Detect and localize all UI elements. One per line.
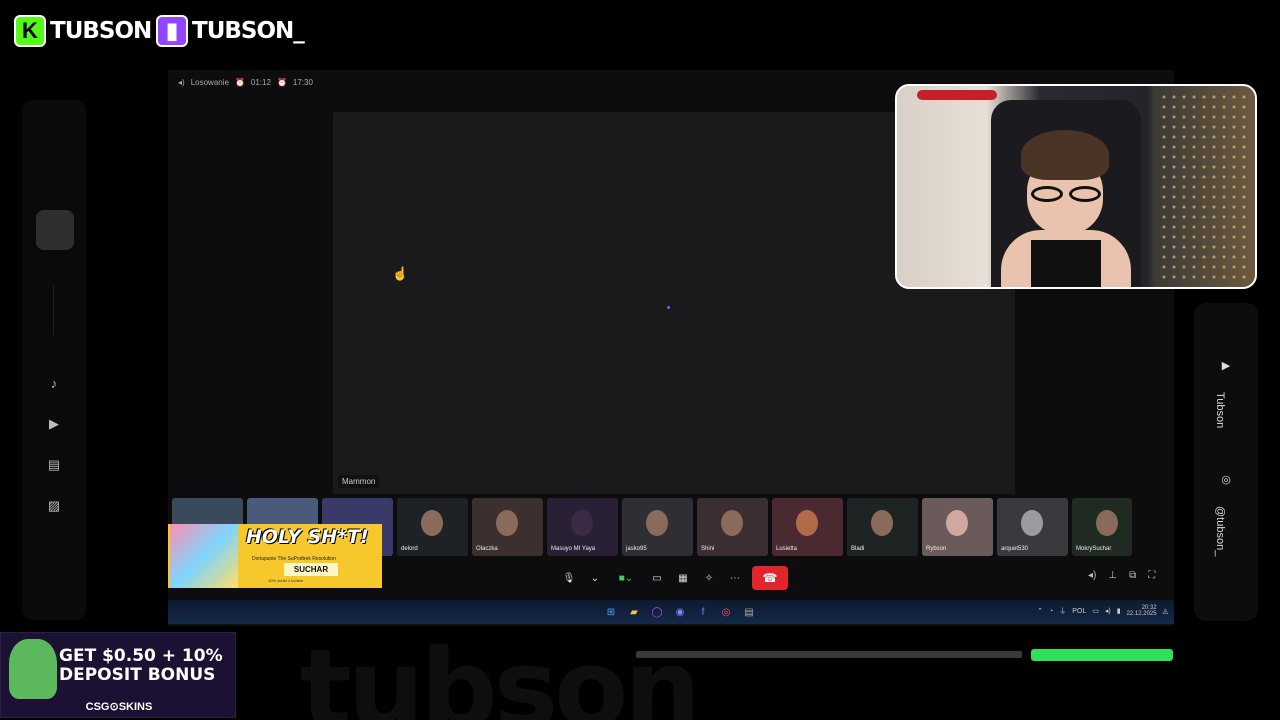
garland-decoration [917, 90, 997, 100]
speaker-icon: ◂) [178, 78, 185, 87]
chevron-down-icon[interactable]: ⌄ [586, 569, 604, 587]
sidebar-divider [53, 285, 54, 335]
avatar [421, 510, 443, 536]
timer-b: 17:30 [292, 78, 313, 87]
promo-headline: HOLY SH*T! [246, 526, 369, 548]
timer-a: 01:12 [250, 78, 271, 87]
loading-spinner-icon [667, 306, 670, 309]
socials-panel [1194, 303, 1258, 621]
image-icon[interactable]: ▨ [44, 496, 64, 516]
background-watermark: tubson [300, 627, 701, 720]
chevron-up-icon[interactable]: ⌃ [1037, 607, 1043, 615]
participant-tile[interactable]: Bladi [847, 498, 918, 556]
opera-icon[interactable]: ◯ [648, 603, 666, 621]
participant-tile[interactable]: Masuyo MI Yaya [547, 498, 618, 556]
mascot-image [9, 639, 57, 699]
progress-track [636, 651, 1022, 658]
avatar [721, 510, 743, 536]
participant-tile[interactable]: MokrySuchar [1072, 498, 1132, 556]
facebook-icon[interactable]: f [694, 603, 712, 621]
sponsor-brand: CSG⊙SKINS [85, 701, 153, 713]
microphone-icon[interactable]: 🎙 [560, 569, 578, 587]
avatar [571, 510, 593, 536]
start-icon[interactable]: ⊞ [602, 603, 620, 621]
participant-tile[interactable]: delord [397, 498, 468, 556]
stage-speaker-label: Mammon [338, 475, 380, 488]
more-options-icon[interactable]: ⋯ [726, 569, 744, 587]
activities-icon[interactable]: ▦ [674, 569, 692, 587]
promo-banner: HOLY SH*T! Dorlapanie The SuPodtrek Reso… [168, 524, 382, 588]
camera-icon[interactable]: ■⌄ [612, 569, 640, 587]
call-controls: 🎙 ⌄ ■⌄ ▭ ▦ ✧ ⋯ ☎ [560, 566, 788, 590]
twitch-badge: ▮ TUBSON_ [156, 14, 305, 48]
kick-badge: K TUBSON [14, 14, 152, 48]
fullscreen-icon[interactable]: ⛶ [1148, 570, 1155, 581]
terminal-icon[interactable]: ▤ [740, 603, 758, 621]
avatar [946, 510, 968, 536]
channel-name: Losowanie [190, 78, 229, 87]
play-icon[interactable]: ▶ [44, 414, 64, 434]
avatar [871, 510, 893, 536]
instagram-handle[interactable]: @tubson_ [1214, 506, 1226, 556]
avatar [796, 510, 818, 536]
kick-icon: K [14, 15, 46, 47]
participant-tile[interactable]: arquet530 [997, 498, 1068, 556]
sponsor-banner[interactable]: GET $0.50 + 10% DEPOSIT BONUS CSG⊙SKINS [0, 632, 236, 718]
display-icon[interactable]: ▭ [1092, 607, 1099, 615]
fairy-lights [1159, 92, 1249, 282]
goal-bar [1031, 649, 1173, 661]
promo-subline: Dorlapanie The SuPodtrek Resolution [252, 556, 336, 562]
mic-tray-icon[interactable]: ⏚ [1059, 606, 1066, 616]
participant-tile[interactable]: Rybson [922, 498, 993, 556]
pin-icon[interactable]: ⊥ [1108, 570, 1117, 581]
bell-icon[interactable]: ◬ [1163, 607, 1168, 615]
alarm-icon: ⏰ [234, 78, 245, 87]
screen-share-icon[interactable]: ▭ [648, 569, 666, 587]
soundboard-icon[interactable]: ✧ [700, 569, 718, 587]
webcam-overlay [895, 84, 1257, 289]
youtube-handle[interactable]: Tubson [1214, 392, 1226, 428]
discord-icon[interactable]: ◉ [671, 603, 689, 621]
end-call-button[interactable]: ☎ [752, 566, 788, 590]
promo-code: SUCHAR [284, 563, 338, 576]
folder-icon[interactable]: ▰ [625, 603, 643, 621]
clapperboard-icon[interactable]: ▤ [44, 455, 64, 475]
battery-icon[interactable]: ▮ [1117, 607, 1121, 615]
promo-footer: 10% zniżki z kodem [268, 578, 304, 583]
left-sidebar [22, 100, 86, 620]
avatar [1021, 510, 1043, 536]
windows-taskbar: ⊞ ▰ ◯ ◉ f ◎ ▤ ⌃ ◔ ⏚ POL ▭ ◂) ▮ 20:32 22.… [168, 600, 1174, 624]
taskbar-clock[interactable]: 20:32 22.12.2025 [1127, 605, 1157, 617]
system-tray: ⌃ ◔ ⏚ POL ▭ ◂) ▮ 20:32 22.12.2025 ◬ [1037, 605, 1168, 617]
participant-tile[interactable]: Shini [697, 498, 768, 556]
hand-cursor-icon: ☝ [392, 266, 409, 281]
avatar [496, 510, 518, 536]
streamer [1001, 130, 1131, 287]
kick-username: TUBSON [50, 18, 152, 44]
participant-tile[interactable]: Olaczka [472, 498, 543, 556]
participant-tile[interactable]: jasko95 [622, 498, 693, 556]
twitch-icon: ▮ [156, 15, 188, 47]
volume-tray-icon[interactable]: ◂) [1105, 607, 1111, 615]
server-avatar[interactable] [36, 210, 74, 250]
channel-header: ◂) Losowanie ⏰ 01:12 ⏰ 17:30 [178, 78, 313, 87]
instagram-icon[interactable]: ◎ [1217, 472, 1235, 486]
popout-icon[interactable]: ⧉ [1129, 570, 1136, 581]
chrome-icon[interactable]: ◎ [717, 603, 735, 621]
volume-icon[interactable]: ◂) [1088, 570, 1096, 581]
avatar [1096, 510, 1118, 536]
view-controls: ◂) ⊥ ⧉ ⛶ [1088, 570, 1155, 581]
language-indicator[interactable]: POL [1072, 608, 1086, 615]
promo-artwork [170, 524, 238, 588]
twitch-username: TUBSON_ [192, 18, 305, 44]
alarm-icon: ⏰ [276, 78, 287, 87]
participant-tile[interactable]: Lusietta [772, 498, 843, 556]
avatar [646, 510, 668, 536]
music-note-icon[interactable]: ♪ [44, 373, 64, 393]
youtube-icon[interactable]: ▶ [1217, 358, 1235, 372]
network-icon[interactable]: ◔ [1049, 608, 1053, 615]
sponsor-offer: GET $0.50 + 10% DEPOSIT BONUS [59, 646, 223, 685]
